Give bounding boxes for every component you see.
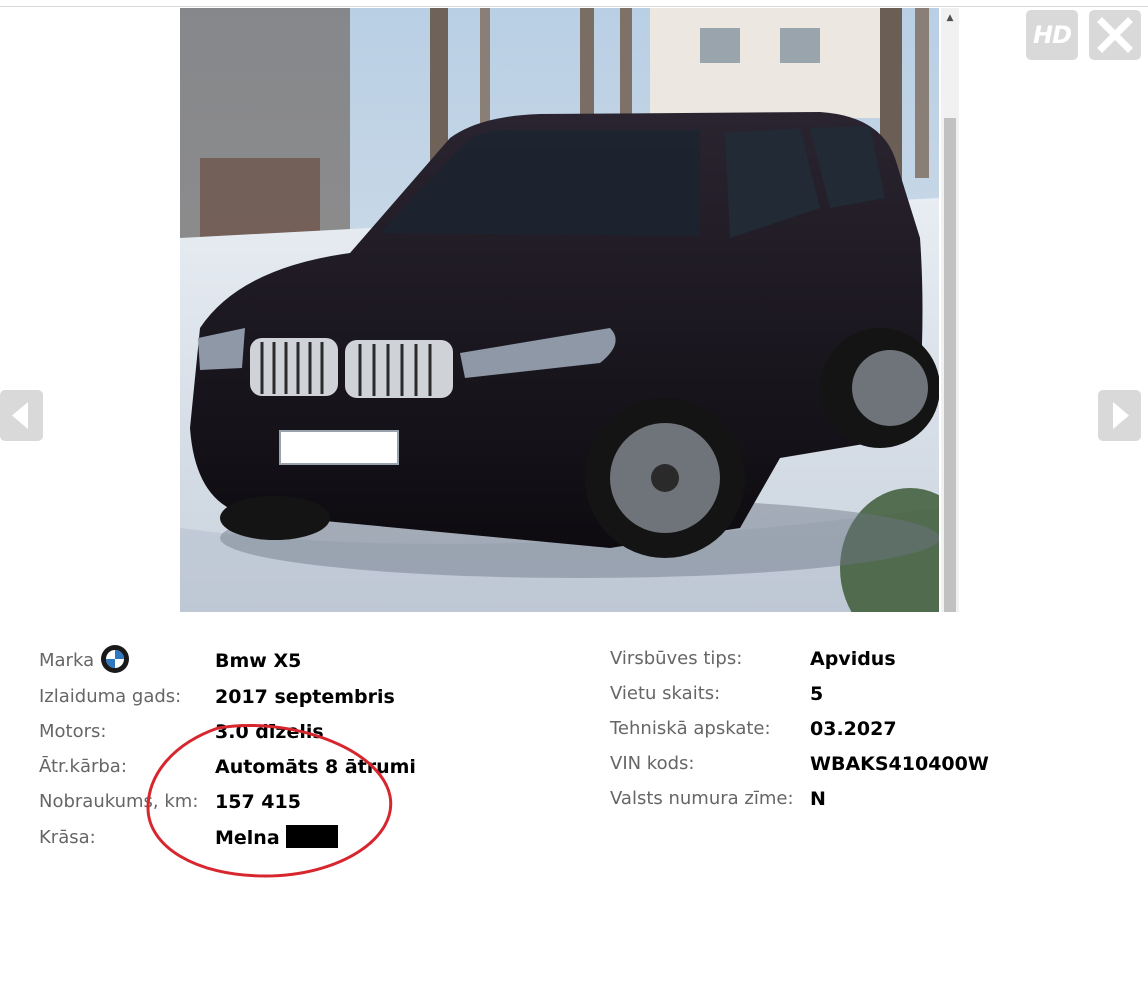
spec-value-plate: N <box>810 788 826 810</box>
spec-row-seats: Vietu skaits: 5 <box>610 679 1140 709</box>
color-value-text: Melna <box>215 827 280 849</box>
photo-scrollbar[interactable]: ▲ <box>941 8 959 612</box>
spec-value-gearbox: Automāts 8 ātrumi <box>215 756 416 778</box>
spec-row-mileage: Nobraukums, km: 157 415 <box>39 787 559 817</box>
top-divider <box>0 6 1148 7</box>
next-photo-button[interactable] <box>1098 390 1141 441</box>
spec-row-gearbox: Ātr.kārba: Automāts 8 ātrumi <box>39 752 559 782</box>
spec-label-body: Virsbūves tips: <box>610 648 743 669</box>
bmw-logo-icon <box>101 645 130 673</box>
spec-label-plate: Valsts numura zīme: <box>610 788 794 809</box>
car-photo-illustration <box>180 8 939 612</box>
make-label-text: Marka <box>39 650 95 671</box>
spec-label-color: Krāsa: <box>39 827 96 848</box>
spec-label-mileage: Nobraukums, km: <box>39 791 199 812</box>
spec-value-color: Melna <box>215 823 338 853</box>
spec-label-year: Izlaiduma gads: <box>39 686 182 707</box>
previous-photo-button[interactable] <box>0 390 43 441</box>
car-photo[interactable] <box>180 8 939 612</box>
spec-row-inspection: Tehniskā apskate: 03.2027 <box>610 714 1140 744</box>
spec-row-color: Krāsa: Melna <box>39 823 559 853</box>
chevron-right-icon <box>1113 402 1129 429</box>
spec-value-inspection: 03.2027 <box>810 718 897 740</box>
spec-row-vin: VIN kods: WBAKS410400W <box>610 749 1140 779</box>
hd-button[interactable]: HD <box>1026 10 1078 60</box>
scroll-up-arrow-icon[interactable]: ▲ <box>941 8 959 28</box>
spec-value-body: Apvidus <box>810 648 896 670</box>
spec-row-year: Izlaiduma gads: 2017 septembris <box>39 682 559 712</box>
spec-label-engine: Motors: <box>39 721 107 742</box>
chevron-left-icon <box>12 402 28 429</box>
spec-row-plate: Valsts numura zīme: N <box>610 784 1140 814</box>
spec-label-seats: Vietu skaits: <box>610 683 721 704</box>
close-button[interactable] <box>1089 10 1141 60</box>
listing-viewer: ▲ HD Marka Bmw X5 Izlaiduma gads: 2017 s… <box>0 0 1148 1008</box>
scroll-thumb[interactable] <box>944 118 956 612</box>
close-icon <box>1097 17 1133 53</box>
spec-value-engine: 3.0 dīzelis <box>215 721 324 743</box>
spec-value-seats: 5 <box>810 683 824 705</box>
spec-value-year: 2017 septembris <box>215 686 395 708</box>
spec-value-vin: WBAKS410400W <box>810 753 989 775</box>
color-swatch <box>285 825 338 848</box>
spec-row-body: Virsbūves tips: Apvidus <box>610 644 1140 674</box>
spec-label-vin: VIN kods: <box>610 753 695 774</box>
spec-label-inspection: Tehniskā apskate: <box>610 718 771 739</box>
spec-value-make: Bmw X5 <box>215 650 302 672</box>
spec-value-mileage: 157 415 <box>215 791 301 813</box>
spec-row-make: Marka Bmw X5 <box>39 645 559 676</box>
hd-label: HD <box>1032 21 1072 49</box>
spec-row-engine: Motors: 3.0 dīzelis <box>39 717 559 747</box>
spec-label-make: Marka <box>39 645 130 676</box>
spec-label-gearbox: Ātr.kārba: <box>39 756 127 777</box>
